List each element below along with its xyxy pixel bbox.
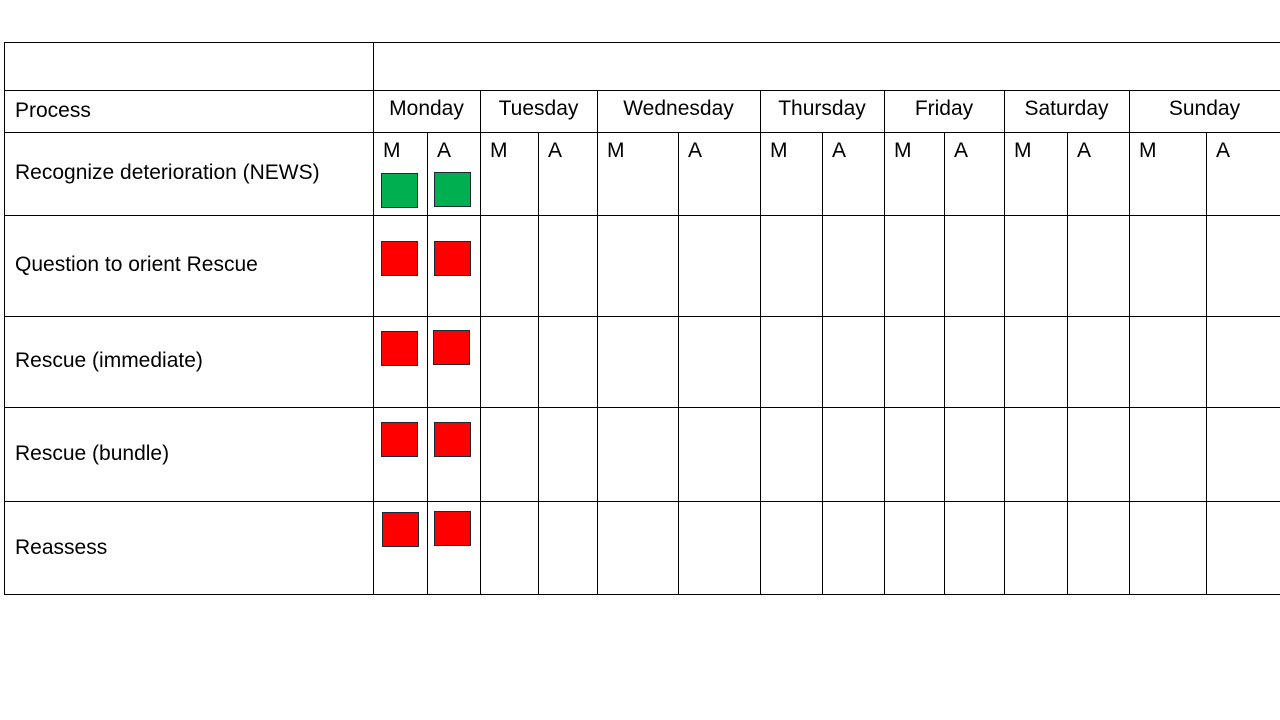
status-indicator-red-monday-a	[434, 511, 471, 546]
status-indicator-red-monday-m	[381, 422, 418, 457]
status-indicator-green-monday-m	[381, 173, 418, 208]
row-divider	[4, 215, 1280, 216]
row-divider	[4, 90, 1280, 91]
column-divider	[4, 42, 5, 595]
column-divider	[678, 132, 679, 595]
row-divider	[4, 594, 1280, 595]
status-indicator-red-monday-m	[381, 241, 418, 276]
slot-label-wednesday-a: A	[688, 139, 703, 162]
slot-label-thursday-m: M	[770, 139, 788, 162]
day-header-saturday: Saturday	[1024, 97, 1109, 120]
column-divider	[884, 90, 885, 595]
column-divider	[1129, 90, 1130, 595]
process-header: Process	[15, 99, 91, 122]
column-divider	[822, 132, 823, 595]
day-header-monday: Monday	[389, 97, 464, 120]
slot-label-friday-m: M	[894, 139, 912, 162]
day-header-wednesday: Wednesday	[623, 97, 734, 120]
column-divider	[1206, 132, 1207, 595]
slot-label-sunday-m: M	[1139, 139, 1157, 162]
slot-label-tuesday-a: A	[548, 139, 563, 162]
row-divider	[4, 42, 1280, 43]
status-indicator-red-monday-m	[382, 512, 419, 547]
process-name: Question to orient Rescue	[15, 253, 258, 276]
schedule-table: Process Monday Tuesday Wednesday Thursday Fri…	[0, 0, 1280, 720]
process-name: Reassess	[15, 536, 108, 559]
column-divider	[538, 132, 539, 595]
column-divider	[480, 90, 481, 595]
status-indicator-red-monday-a	[434, 241, 471, 276]
column-divider	[373, 42, 374, 595]
day-header-sunday: Sunday	[1168, 97, 1241, 120]
status-indicator-red-monday-a	[434, 422, 471, 457]
column-divider	[944, 132, 945, 595]
slot-label-thursday-a: A	[832, 139, 847, 162]
slot-label-saturday-m: M	[1014, 139, 1032, 162]
column-divider	[427, 132, 428, 595]
process-name: Rescue (immediate)	[15, 349, 203, 372]
row-divider	[4, 132, 1280, 133]
day-header-thursday: Thursday	[778, 97, 866, 120]
column-divider	[760, 90, 761, 595]
day-header-friday: Friday	[914, 97, 974, 120]
column-divider	[597, 90, 598, 595]
slot-label-friday-a: A	[954, 139, 969, 162]
column-divider	[1004, 90, 1005, 595]
row-divider	[4, 407, 1280, 408]
slot-label-monday-m: M	[383, 139, 401, 162]
status-indicator-green-monday-a	[434, 172, 471, 207]
process-name: Rescue (bundle)	[15, 442, 170, 465]
column-divider	[1067, 132, 1068, 595]
slot-label-tuesday-m: M	[490, 139, 508, 162]
day-header-tuesday: Tuesday	[498, 97, 579, 120]
status-indicator-red-monday-a	[433, 330, 470, 365]
row-divider	[4, 501, 1280, 502]
status-indicator-red-monday-m	[381, 331, 418, 366]
slot-label-sunday-a: A	[1216, 139, 1231, 162]
process-name: Recognize deterioration (NEWS)	[15, 161, 320, 184]
slot-label-monday-a: A	[437, 139, 452, 162]
slot-label-wednesday-m: M	[607, 139, 625, 162]
slot-label-saturday-a: A	[1077, 139, 1092, 162]
row-divider	[4, 316, 1280, 317]
